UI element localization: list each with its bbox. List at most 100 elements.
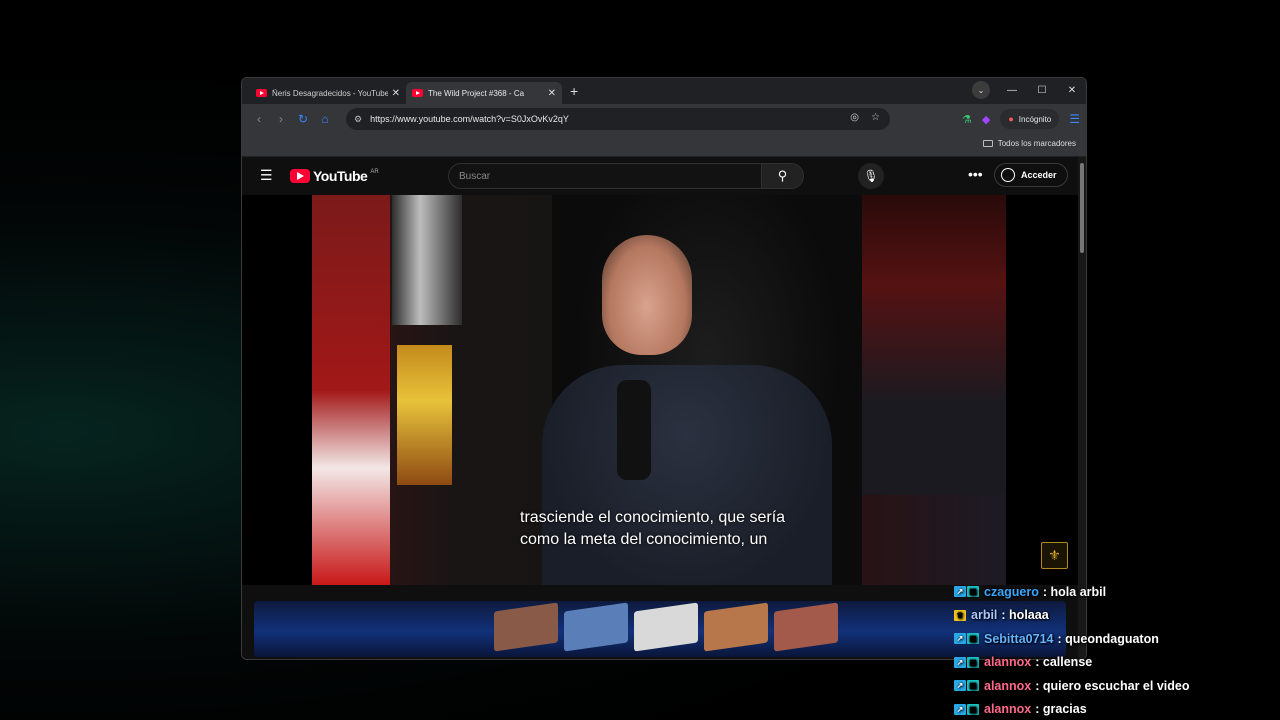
address-bar[interactable]: ⚙ https://www.youtube.com/watch?v=S0JxOv… xyxy=(346,108,890,130)
chat-text: : callense xyxy=(1035,655,1093,670)
chat-text: : hola arbil xyxy=(1042,584,1107,599)
chat-text: : quiero escuchar el video xyxy=(1035,678,1190,693)
search-input[interactable] xyxy=(449,170,761,182)
chat-text: : queondaguaton xyxy=(1057,631,1159,646)
tab-title: Ñeris Desagradecidos - YouTube xyxy=(272,88,388,98)
chat-text: : holaaa xyxy=(1001,608,1049,623)
window-controls: ⌄ — ☐ ✕ xyxy=(972,81,1080,99)
chat-message: ↗ ▦ alannox : gracias xyxy=(954,698,1274,720)
thumbnail[interactable] xyxy=(634,602,698,652)
folder-icon xyxy=(982,140,993,147)
tab-neris[interactable]: Ñeris Desagradecidos - YouTube ✕ xyxy=(250,82,406,104)
sub-badge-icon: ▦ xyxy=(967,703,979,715)
sub-badge-icon: ▦ xyxy=(967,680,979,692)
tune-icon[interactable]: ⚙ xyxy=(354,114,362,125)
more-dots-icon[interactable]: ••• xyxy=(968,166,983,182)
chat-username: alannox xyxy=(984,655,1032,670)
sub-badge-icon: ▦ xyxy=(967,656,979,668)
chat-username: alannox xyxy=(984,702,1032,717)
chat-message: ↗ ▦ czaguero : hola arbil xyxy=(954,580,1274,604)
background-shelf xyxy=(397,345,452,485)
search-box: ⚲ xyxy=(448,163,804,189)
youtube-logo[interactable]: YouTube AR xyxy=(290,168,379,184)
sub-badge-icon: ▦ xyxy=(967,633,979,645)
browser-window: Ñeris Desagradecidos - YouTube ✕ The Wil… xyxy=(241,77,1087,660)
chat-username: czaguero xyxy=(984,584,1039,599)
crown-badge-icon: ♛ xyxy=(954,609,966,621)
youtube-header: ☰ YouTube AR ⚲ 🎙 ••• Acceder xyxy=(242,157,1086,195)
minimize-icon[interactable]: — xyxy=(1004,85,1020,96)
subtitle-line: trasciende el conocimiento, que sería xyxy=(520,509,786,526)
close-window-icon[interactable]: ✕ xyxy=(1064,85,1080,96)
video-player[interactable]: trasciende el conocimiento, que sería co… xyxy=(242,195,1078,585)
home-icon[interactable]: ⌂ xyxy=(314,112,336,126)
eye-off-icon[interactable]: ◎ xyxy=(850,112,859,123)
signin-button[interactable]: Acceder xyxy=(994,163,1068,187)
thumbnail-banner[interactable] xyxy=(254,601,1066,657)
close-tab-icon[interactable]: ✕ xyxy=(392,88,400,99)
video-frame[interactable]: trasciende el conocimiento, que sería co… xyxy=(312,195,1006,585)
signin-label: Acceder xyxy=(1021,170,1057,180)
thumbnail[interactable] xyxy=(774,602,838,652)
prime-badge-icon: ↗ xyxy=(954,633,966,645)
tab-search-icon[interactable]: ⌄ xyxy=(972,81,990,99)
youtube-favicon-icon xyxy=(412,89,423,97)
search-icon[interactable]: ⚲ xyxy=(761,164,803,188)
tab-bar: Ñeris Desagradecidos - YouTube ✕ The Wil… xyxy=(242,78,1086,104)
chat-username: alannox xyxy=(984,678,1032,693)
logo-text: YouTube xyxy=(313,168,368,184)
reload-icon[interactable]: ↻ xyxy=(292,112,314,126)
thumbnail[interactable] xyxy=(704,602,768,652)
prime-badge-icon: ↗ xyxy=(954,703,966,715)
scrollbar-thumb[interactable] xyxy=(1080,163,1084,253)
tab-title: The Wild Project #368 - Ca xyxy=(428,88,525,98)
arrow-left-icon[interactable]: ‹ xyxy=(248,112,270,126)
prime-badge-icon: ↗ xyxy=(954,680,966,692)
chat-text: : gracias xyxy=(1035,702,1087,717)
country-code: AR xyxy=(370,169,379,175)
bookmarks-bar: Todos los marcadores xyxy=(242,134,1086,156)
prime-badge-icon: ↗ xyxy=(954,656,966,668)
arrow-right-icon[interactable]: › xyxy=(270,112,292,126)
all-bookmarks-label: Todos los marcadores xyxy=(997,139,1076,148)
incognito-icon: ● xyxy=(1008,114,1014,124)
youtube-play-icon xyxy=(290,169,310,183)
chat-username: arbil xyxy=(971,608,998,623)
thumbnail[interactable] xyxy=(564,602,628,652)
thumbnail[interactable] xyxy=(494,602,558,652)
incognito-badge[interactable]: ● Incógnito xyxy=(1000,109,1060,129)
close-tab-icon[interactable]: ✕ xyxy=(548,88,556,99)
flask-icon[interactable]: ⚗ xyxy=(962,113,972,126)
prime-badge-icon: ↗ xyxy=(954,586,966,598)
background-shelf xyxy=(392,195,462,325)
chat-username: Sebitta0714 xyxy=(984,631,1054,646)
youtube-favicon-icon xyxy=(256,89,267,97)
background-poster xyxy=(312,195,390,585)
chat-overlay: ↗ ▦ czaguero : hola arbil ♛ arbil : holaa… xyxy=(954,580,1274,720)
mic-icon[interactable]: 🎙 xyxy=(858,163,884,189)
incognito-label: Incógnito xyxy=(1018,114,1052,124)
extension-icon[interactable]: ◆ xyxy=(982,113,990,126)
account-icon xyxy=(1001,168,1015,182)
person-head xyxy=(602,235,692,355)
microphone xyxy=(617,380,651,480)
screen: Ñeris Desagradecidos - YouTube ✕ The Wil… xyxy=(0,0,1280,720)
bookmark-icon[interactable]: ☆ xyxy=(871,112,880,123)
chat-message: ↗ ▦ alannox : callense xyxy=(954,651,1274,675)
menu-icon[interactable]: ☰ xyxy=(1069,112,1080,126)
hamburger-menu-icon[interactable]: ☰ xyxy=(260,167,273,184)
subtitle-line: como la meta del conocimiento, un xyxy=(520,531,768,548)
channel-badge-icon: ⚜ xyxy=(1041,542,1068,569)
chat-message: ↗ ▦ alannox : quiero escuchar el video xyxy=(954,674,1274,698)
person-body xyxy=(542,365,832,585)
all-bookmarks-button[interactable]: Todos los marcadores xyxy=(982,139,1076,148)
maximize-icon[interactable]: ☐ xyxy=(1034,85,1050,96)
chat-message: ♛ arbil : holaaa xyxy=(954,604,1274,628)
url-text[interactable]: https://www.youtube.com/watch?v=S0JxOvKv… xyxy=(370,114,569,124)
new-tab-icon[interactable]: + xyxy=(570,83,578,99)
browser-toolbar: ‹ › ↻ ⌂ ⚙ https://www.youtube.com/watch?… xyxy=(242,104,1086,134)
sub-badge-icon: ▦ xyxy=(967,586,979,598)
tab-wild-project[interactable]: The Wild Project #368 - Ca ✕ xyxy=(406,82,562,104)
video-subtitles: trasciende el conocimiento, que sería co… xyxy=(520,507,785,551)
chat-message: ↗ ▦ Sebitta0714 : queondaguaton xyxy=(954,627,1274,651)
